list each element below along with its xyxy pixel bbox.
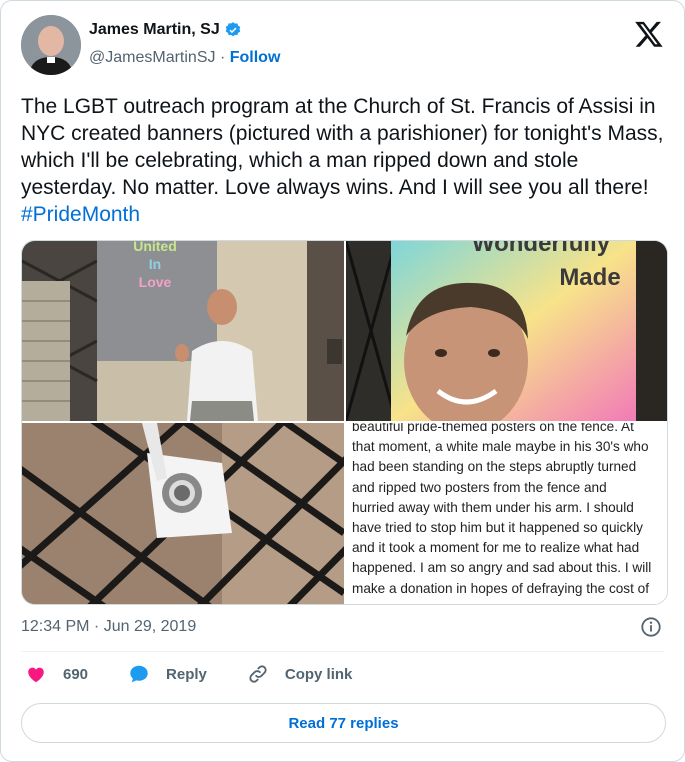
- tweet-timestamp[interactable]: 12:34 PM · Jun 29, 2019: [21, 618, 196, 636]
- read-replies-button[interactable]: Read 77 replies: [21, 703, 666, 743]
- note-text: beautiful pride-themed posters on the fe…: [352, 423, 652, 596]
- reply-button[interactable]: Reply: [128, 663, 207, 685]
- link-icon: [249, 665, 267, 683]
- separator: ·: [219, 49, 226, 66]
- banner-word-2: In: [149, 256, 161, 272]
- reply-label: Reply: [166, 665, 207, 683]
- info-icon[interactable]: [640, 616, 662, 638]
- tweet-body: The LGBT outreach program at the Church …: [21, 95, 664, 199]
- like-count: 690: [63, 665, 89, 683]
- banner-word-3: Love: [139, 274, 172, 290]
- banner-word-made: Made: [559, 264, 620, 291]
- read-replies-label: Read 77 replies: [288, 714, 399, 732]
- copy-link-label: Copy link: [284, 665, 353, 683]
- author-name[interactable]: James Martin, SJ: [89, 21, 242, 39]
- handle-row: @JamesMartinSJ · Follow: [89, 49, 280, 67]
- author-handle[interactable]: @JamesMartinSJ: [89, 49, 216, 66]
- screenshot-note[interactable]: beautiful pride-themed posters on the fe…: [346, 423, 667, 604]
- like-button[interactable]: 690: [25, 663, 88, 685]
- divider: [21, 651, 664, 652]
- banner-word-1: United: [133, 241, 177, 254]
- verified-badge-icon: [225, 22, 240, 37]
- media-grid[interactable]: United In Love Wonderfully Made beautifu…: [21, 240, 668, 605]
- x-logo-icon[interactable]: [634, 19, 664, 49]
- photo-parishioner-banner[interactable]: United In Love: [22, 241, 344, 421]
- copy-link-button[interactable]: Copy link: [247, 663, 353, 685]
- follow-button[interactable]: Follow: [230, 49, 281, 66]
- hashtag-link[interactable]: #PrideMonth: [21, 203, 140, 226]
- heart-icon: [28, 667, 44, 683]
- tweet-card: James Martin, SJ @JamesMartinSJ · Follow…: [0, 0, 685, 762]
- avatar[interactable]: [21, 15, 81, 75]
- author-name-text[interactable]: James Martin, SJ: [89, 21, 220, 39]
- banner-word-wonderfully: Wonderfully: [472, 241, 611, 257]
- tweet-text: The LGBT outreach program at the Church …: [21, 93, 671, 228]
- reply-bubble-icon: [130, 665, 148, 683]
- photo-selfie[interactable]: Wonderfully Made: [346, 241, 667, 421]
- photo-torn-poster[interactable]: [22, 423, 344, 604]
- action-bar: 690 Reply Copy link: [25, 663, 392, 685]
